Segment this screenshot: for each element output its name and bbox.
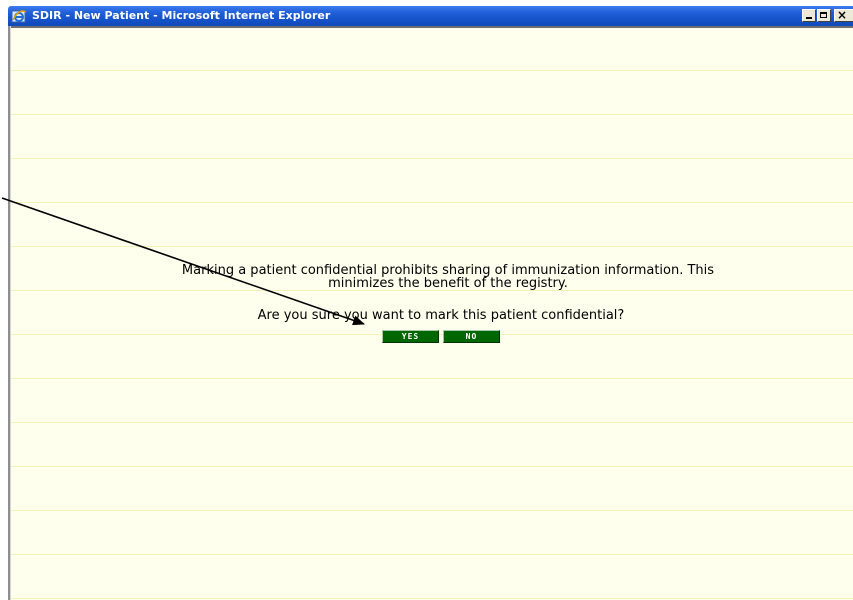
no-button[interactable]: NO — [443, 330, 500, 343]
close-icon: × — [837, 8, 848, 22]
maximize-button[interactable] — [817, 9, 831, 22]
browser-window: SDIR - New Patient - Microsoft Internet … — [0, 0, 853, 600]
yes-button[interactable]: YES — [382, 330, 439, 343]
minimize-button[interactable] — [802, 9, 816, 22]
confirmation-question: Are you sure you want to mark this patie… — [257, 308, 625, 323]
confidential-warning-message: Marking a patient confidential prohibits… — [97, 264, 799, 290]
message-line-2: minimizes the benefit of the registry. — [328, 276, 568, 291]
page-content: Marking a patient confidential prohibits… — [11, 28, 853, 600]
internet-explorer-icon — [11, 10, 27, 23]
title-bar: SDIR - New Patient - Microsoft Internet … — [8, 6, 853, 26]
window-title: SDIR - New Patient - Microsoft Internet … — [32, 9, 331, 22]
close-button[interactable]: × — [834, 8, 853, 22]
